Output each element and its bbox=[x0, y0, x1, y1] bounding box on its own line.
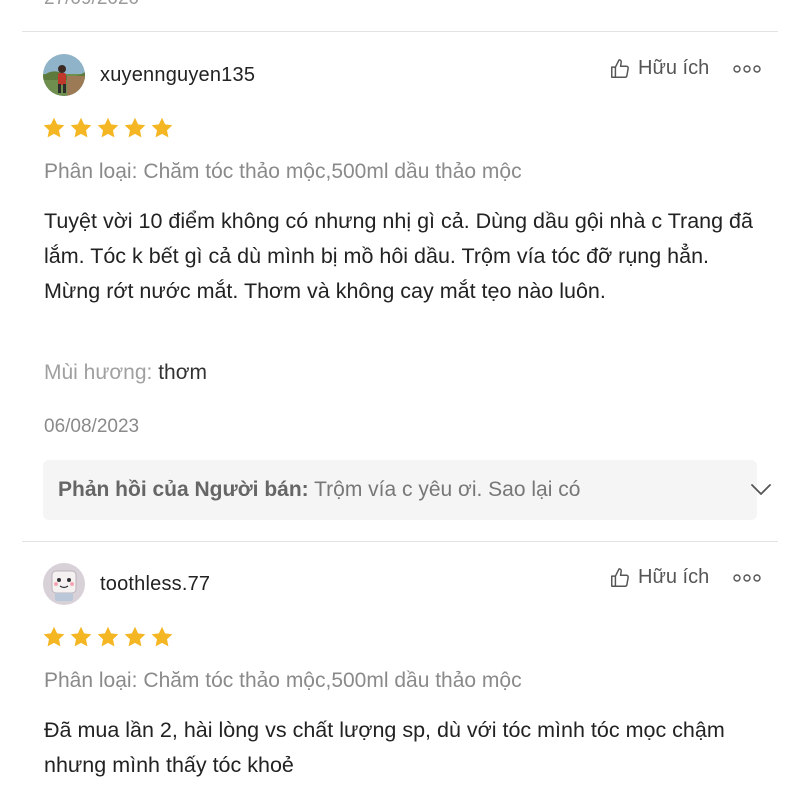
username[interactable]: toothless.77 bbox=[100, 573, 210, 596]
thumbs-up-icon bbox=[611, 58, 629, 78]
more-dots-icon bbox=[733, 65, 761, 73]
variant-label: Phân loại: bbox=[44, 160, 138, 183]
seller-reply-content: Trộm vía c yêu ơi. Sao lại có bbox=[314, 478, 581, 501]
review-date: 06/08/2023 bbox=[44, 416, 140, 437]
review-text: Tuyệt vời 10 điểm không có nhưng nhị gì … bbox=[44, 209, 753, 303]
chevron-down-icon bbox=[751, 484, 771, 495]
attribute-line: Mùi hương: thơm bbox=[44, 361, 207, 385]
avatar-cartoon-icon bbox=[43, 563, 85, 605]
star-icon bbox=[43, 626, 65, 647]
helpful-label: Hữu ích bbox=[638, 566, 710, 588]
star-icon bbox=[151, 626, 173, 647]
user-avatar[interactable] bbox=[43, 54, 85, 96]
variant-line: Phân loại: Chăm tóc thảo mộc,500ml dầu th… bbox=[44, 669, 522, 693]
variant-value: Chăm tóc thảo mộc,500ml dầu thảo mộc bbox=[143, 669, 522, 692]
divider bbox=[22, 541, 778, 542]
star-rating bbox=[42, 116, 174, 140]
star-icon bbox=[97, 626, 119, 647]
expand-reply-button[interactable] bbox=[749, 480, 773, 500]
seller-reply[interactable]: Phản hồi của Người bán: Trộm vía c yêu ơ… bbox=[43, 460, 771, 520]
attribute-value: thơm bbox=[158, 361, 207, 384]
seller-reply-label: Phản hồi của Người bán: bbox=[58, 478, 309, 501]
variant-value: Chăm tóc thảo mộc,500ml dầu thảo mộc bbox=[143, 160, 522, 183]
star-icon bbox=[70, 626, 92, 647]
divider bbox=[22, 31, 778, 32]
reviews-page: 27/09/2020 xuyennguyen135 Hữu ích bbox=[0, 0, 800, 800]
variant-label: Phân loại: bbox=[44, 669, 138, 692]
helpful-button[interactable]: Hữu ích bbox=[609, 566, 709, 589]
star-icon bbox=[124, 117, 146, 138]
star-icon bbox=[97, 117, 119, 138]
star-icon bbox=[43, 117, 65, 138]
star-rating bbox=[42, 625, 174, 649]
previous-review-date: 27/09/2020 bbox=[44, 0, 139, 10]
thumbs-up-icon bbox=[611, 567, 629, 587]
star-icon bbox=[151, 117, 173, 138]
username[interactable]: xuyennguyen135 bbox=[100, 64, 255, 87]
avatar-photo-icon bbox=[43, 54, 85, 96]
user-avatar[interactable] bbox=[43, 563, 85, 605]
helpful-label: Hữu ích bbox=[638, 57, 710, 79]
more-dots-icon bbox=[733, 574, 761, 582]
seller-reply-text: Phản hồi của Người bán: Trộm vía c yêu ơ… bbox=[58, 478, 668, 502]
review-text: Đã mua lần 2, hài lòng vs chất lượng sp,… bbox=[44, 718, 725, 777]
attribute-label: Mùi hương: bbox=[44, 361, 153, 384]
star-icon bbox=[124, 626, 146, 647]
more-options-button[interactable] bbox=[733, 573, 761, 583]
helpful-button[interactable]: Hữu ích bbox=[609, 57, 709, 80]
star-icon bbox=[70, 117, 92, 138]
variant-line: Phân loại: Chăm tóc thảo mộc,500ml dầu th… bbox=[44, 160, 522, 184]
more-options-button[interactable] bbox=[733, 64, 761, 74]
